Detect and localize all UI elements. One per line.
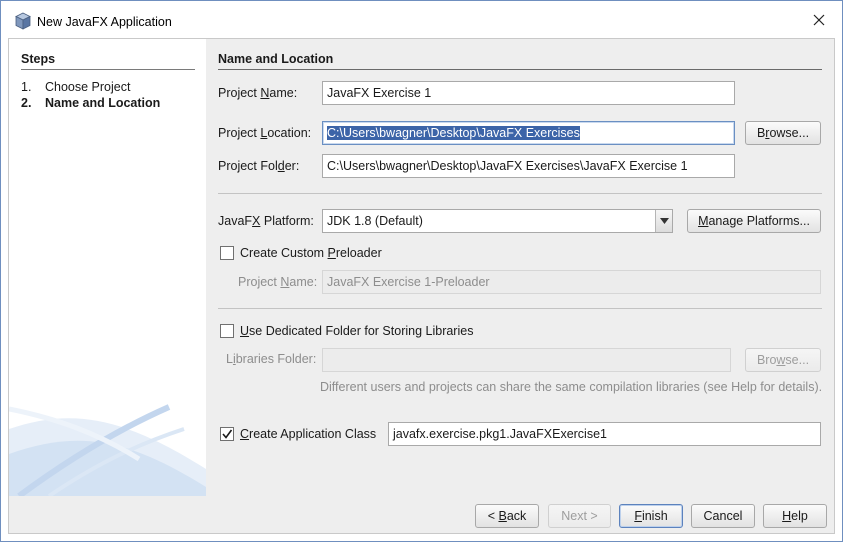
dialog-footer: < Back Next > Finish Cancel Help — [9, 496, 834, 533]
create-preloader-label[interactable]: Create Custom Preloader — [240, 246, 382, 260]
project-location-input[interactable]: C:\Users\bwagner\Desktop\JavaFX Exercise… — [322, 121, 735, 145]
title-bar[interactable]: New JavaFX Application — [1, 1, 842, 38]
browse-libraries-button[interactable]: Browse... — [745, 348, 821, 372]
project-name-input[interactable]: JavaFX Exercise 1 — [322, 81, 735, 105]
selected-text: C:\Users\bwagner\Desktop\JavaFX Exercise… — [327, 126, 580, 140]
dedicated-libraries-folder-label[interactable]: Use Dedicated Folder for Storing Librari… — [240, 324, 473, 338]
preloader-project-name-input[interactable]: JavaFX Exercise 1-Preloader — [322, 270, 821, 294]
window-title: New JavaFX Application — [37, 15, 172, 29]
cancel-button[interactable]: Cancel — [691, 504, 755, 528]
checkmark-icon — [222, 429, 233, 439]
steps-panel: Steps 1. Choose Project 2. Name and Locati… — [9, 39, 206, 496]
separator — [218, 193, 822, 194]
section-title: Name and Location — [218, 52, 822, 70]
help-button[interactable]: Help — [763, 504, 827, 528]
javafx-platform-dropdown[interactable]: JDK 1.8 (Default) — [322, 209, 673, 233]
main-content: Name and Location Project Name: JavaFX E… — [206, 39, 834, 496]
finish-button[interactable]: Finish — [619, 504, 683, 528]
javafx-cube-icon — [15, 12, 31, 30]
libraries-folder-input[interactable] — [322, 348, 731, 372]
platform-selected-value: JDK 1.8 (Default) — [327, 214, 423, 228]
dropdown-arrow[interactable] — [655, 210, 672, 232]
chevron-down-icon — [659, 218, 669, 224]
decorative-swoosh-graphic — [9, 404, 206, 496]
create-application-class-checkbox[interactable] — [220, 427, 234, 441]
step-name-and-location: 2. Name and Location — [21, 96, 160, 110]
dialog-body: Steps 1. Choose Project 2. Name and Locati… — [8, 38, 835, 534]
back-button[interactable]: < Back — [475, 504, 539, 528]
manage-platforms-button[interactable]: Manage Platforms... — [687, 209, 821, 233]
dialog-window: New JavaFX Application Steps 1. Choose Pr… — [0, 0, 843, 542]
separator — [218, 308, 822, 309]
libraries-hint-text: Different users and projects can share t… — [320, 380, 823, 394]
close-button[interactable] — [796, 1, 842, 38]
project-folder-input[interactable]: C:\Users\bwagner\Desktop\JavaFX Exercise… — [322, 154, 735, 178]
step-label: Choose Project — [45, 80, 131, 94]
create-application-class-label[interactable]: Create Application Class — [240, 427, 376, 441]
javafx-platform-label: JavaFX Platform: — [218, 214, 314, 228]
steps-title: Steps — [21, 52, 195, 70]
libraries-folder-label: Libraries Folder: — [226, 352, 317, 366]
browse-location-button[interactable]: Browse... — [745, 121, 821, 145]
create-preloader-checkbox[interactable] — [220, 246, 234, 260]
dedicated-libraries-folder-checkbox[interactable] — [220, 324, 234, 338]
project-name-label: Project Name: — [218, 86, 298, 100]
step-label: Name and Location — [45, 96, 161, 110]
application-class-input[interactable]: javafx.exercise.pkg1.JavaFXExercise1 — [388, 422, 821, 446]
project-location-label: Project Location: — [218, 126, 312, 140]
step-number: 1. — [21, 80, 32, 94]
project-folder-label: Project Folder: — [218, 159, 300, 173]
next-button[interactable]: Next > — [548, 504, 611, 528]
close-icon — [813, 14, 825, 25]
step-number: 2. — [21, 96, 32, 110]
preloader-project-name-label: Project Name: — [238, 275, 318, 289]
step-choose-project: 1. Choose Project — [21, 80, 130, 94]
